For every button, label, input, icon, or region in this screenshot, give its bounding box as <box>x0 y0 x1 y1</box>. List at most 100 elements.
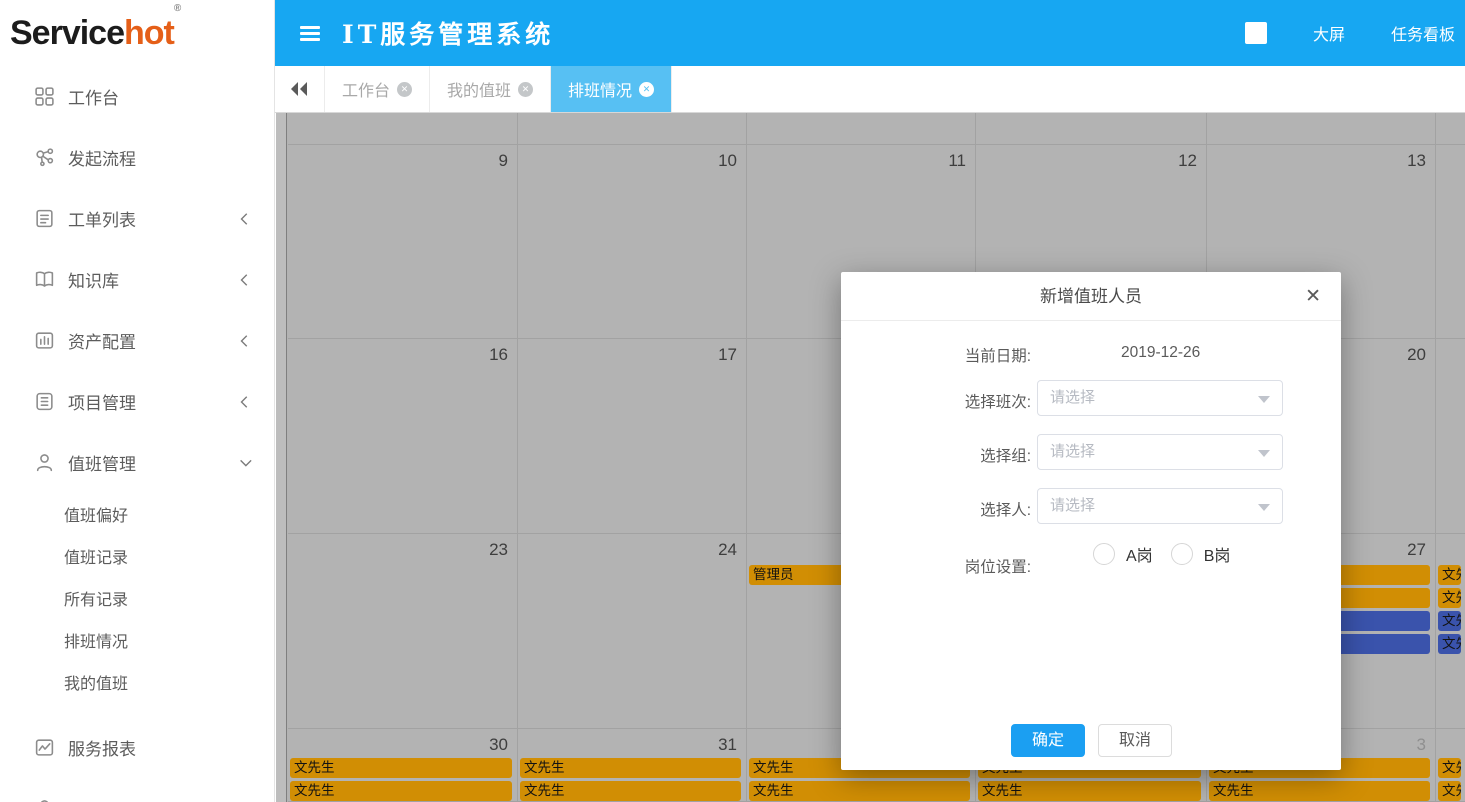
person-icon <box>34 452 55 473</box>
tab-close-icon[interactable]: ✕ <box>397 82 412 97</box>
radio-label-B岗[interactable]: B岗 <box>1204 542 1231 566</box>
select-group-dropdown[interactable]: 请选择 <box>1037 434 1283 470</box>
chevron-left-icon <box>238 394 252 410</box>
tab-排班情况[interactable]: 排班情况 ✕ <box>551 66 672 112</box>
tab-label: 排班情况 <box>568 77 632 101</box>
duty-event[interactable]: 文先生 <box>1438 611 1461 631</box>
duty-event[interactable]: 文先生 <box>749 781 970 801</box>
event-list: 文先生文先生 <box>520 758 741 801</box>
duty-event[interactable]: 文先生 <box>520 758 741 778</box>
sidebar-item-发起流程[interactable]: 发起流程 <box>0 127 274 188</box>
report-icon <box>34 737 55 758</box>
sidebar-item-资产配置[interactable]: 资产配置 <box>0 310 274 371</box>
sidebar-item-partial[interactable] <box>0 778 274 802</box>
cancel-button[interactable]: 取消 <box>1098 724 1172 757</box>
calendar-cell[interactable] <box>1436 339 1465 534</box>
radio-label-A岗[interactable]: A岗 <box>1126 542 1153 566</box>
duty-event[interactable]: 文先生 <box>520 781 741 801</box>
sidebar-item-label: 资产配置 <box>68 328 136 353</box>
duty-event[interactable]: 文先生 <box>1438 781 1461 801</box>
sidebar-subitem-label: 我的值班 <box>64 670 128 694</box>
sidebar-item-label: 发起流程 <box>68 145 136 170</box>
duty-event[interactable]: 文先生 <box>290 758 512 778</box>
sidebar-item-服务报表[interactable]: 服务报表 <box>0 717 274 778</box>
calendar-cell[interactable] <box>747 113 976 145</box>
select-person-dropdown[interactable]: 请选择 <box>1037 488 1283 524</box>
sidebar-item-工作台[interactable]: 工作台 <box>0 66 274 127</box>
sidebar-subitem-所有记录[interactable]: 所有记录 <box>0 577 274 619</box>
calendar-date: 23 <box>489 540 508 560</box>
tab-我的值班[interactable]: 我的值班✕ <box>430 66 551 112</box>
event-list: 文先生文先生文先生文先生 <box>1438 565 1461 654</box>
calendar-cell[interactable] <box>288 113 518 145</box>
app-window: Servicehot® 工作台发起流程工单列表知识库资产配置项目管理值班管理值班… <box>0 0 1465 802</box>
system-title: IT服务管理系统 <box>342 15 554 51</box>
sidebar-item-值班管理[interactable]: 值班管理 <box>0 432 274 493</box>
calendar-cell[interactable]: 30文先生文先生 <box>288 729 518 802</box>
add-duty-person-dialog: 新增值班人员 ✕ 当前日期: 2019-12-26 选择班次:请选择选择组:请选… <box>841 272 1341 770</box>
calendar-cell[interactable]: 文先生文先生文先生文先生 <box>1436 534 1465 729</box>
registered-mark: ® <box>174 3 180 14</box>
calendar-left-edge <box>276 113 287 802</box>
calendar-cell[interactable]: 31文先生文先生 <box>518 729 747 802</box>
sidebar-subitem-label: 值班偏好 <box>64 502 128 526</box>
sidebar-item-工单列表[interactable]: 工单列表 <box>0 188 274 249</box>
calendar-date: 24 <box>718 540 737 560</box>
sidebar-subitem-值班记录[interactable]: 值班记录 <box>0 535 274 577</box>
sidebar-item-项目管理[interactable]: 项目管理 <box>0 371 274 432</box>
calendar-date: 30 <box>489 735 508 755</box>
big-screen-link[interactable]: 大屏 <box>1313 21 1345 45</box>
sidebar-item-label: 工单列表 <box>68 206 136 231</box>
select-placeholder: 请选择 <box>1050 435 1095 469</box>
tab-工作台[interactable]: 工作台✕ <box>324 66 430 112</box>
calendar-cell[interactable]: 10 <box>518 145 747 339</box>
sidebar-item-label: 值班管理 <box>68 450 136 475</box>
calendar-date: 31 <box>718 735 737 755</box>
hamburger-menu-icon[interactable] <box>300 23 320 44</box>
fullscreen-icon[interactable] <box>1245 22 1267 44</box>
calendar-date: 12 <box>1178 151 1197 171</box>
radio-B岗[interactable] <box>1171 543 1193 565</box>
collapse-tabs-icon[interactable] <box>275 66 324 112</box>
calendar-cell[interactable]: 9 <box>288 145 518 339</box>
sidebar-subitem-label: 排班情况 <box>64 628 128 652</box>
sidebar-item-知识库[interactable]: 知识库 <box>0 249 274 310</box>
calendar-cell[interactable] <box>1207 113 1436 145</box>
duty-event[interactable]: 文先生 <box>1438 565 1461 585</box>
duty-event[interactable]: 文先生 <box>1209 781 1430 801</box>
sidebar-item-label: 知识库 <box>68 267 119 292</box>
grid-icon <box>34 86 55 107</box>
calendar-cell[interactable]: 文先生文先生 <box>1436 729 1465 802</box>
sidebar-subitem-排班情况[interactable]: 排班情况 <box>0 619 274 661</box>
calendar-date: 20 <box>1407 345 1426 365</box>
calendar-cell[interactable]: 16 <box>288 339 518 534</box>
select-placeholder: 请选择 <box>1050 381 1095 415</box>
post-radio-group: A岗 B岗 <box>1093 542 1248 566</box>
calendar-cell[interactable] <box>1436 113 1465 145</box>
radio-A岗[interactable] <box>1093 543 1115 565</box>
select-shift-label: 选择班次: <box>841 390 1031 412</box>
calendar-cell[interactable]: 23 <box>288 534 518 729</box>
duty-event[interactable]: 文先生 <box>1438 634 1461 654</box>
chevron-left-icon <box>238 211 252 227</box>
duty-event[interactable]: 文先生 <box>290 781 512 801</box>
sidebar-subitem-我的值班[interactable]: 我的值班 <box>0 661 274 703</box>
calendar-cell[interactable] <box>976 113 1207 145</box>
select-shift-dropdown[interactable]: 请选择 <box>1037 380 1283 416</box>
tab-bar: 工作台✕我的值班✕ 排班情况 ✕ <box>275 66 1465 113</box>
sidebar-subitem-值班偏好[interactable]: 值班偏好 <box>0 493 274 535</box>
calendar-cell[interactable]: 17 <box>518 339 747 534</box>
calendar-cell[interactable] <box>1436 145 1465 339</box>
calendar-cell[interactable] <box>518 113 747 145</box>
dialog-title: 新增值班人员 <box>841 272 1341 321</box>
duty-event[interactable]: 文先生 <box>978 781 1201 801</box>
tab-close-icon[interactable]: ✕ <box>639 82 654 97</box>
confirm-button[interactable]: 确定 <box>1011 724 1085 757</box>
calendar-cell[interactable]: 24 <box>518 534 747 729</box>
close-icon[interactable]: ✕ <box>1305 272 1321 321</box>
task-board-link[interactable]: 任务看板 <box>1391 21 1455 45</box>
tab-close-icon[interactable]: ✕ <box>518 82 533 97</box>
duty-event[interactable]: 文先生 <box>1438 588 1461 608</box>
duty-event[interactable]: 文先生 <box>1438 758 1461 778</box>
brand-service: Service <box>10 14 124 52</box>
